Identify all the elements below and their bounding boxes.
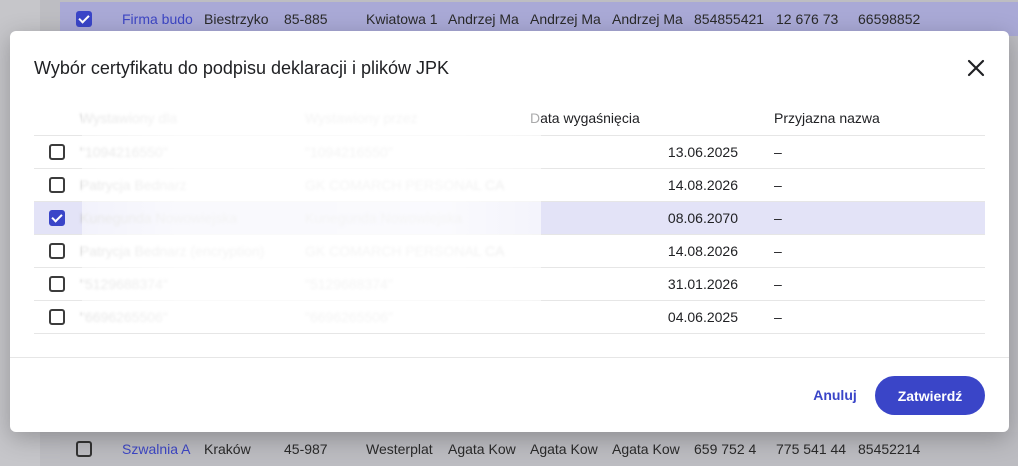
cell-issued-by: Kunegunda Nowowiejska <box>305 201 530 235</box>
cell-issued-to: Patrycja Bednarz (encryption) <box>80 234 305 268</box>
dialog-footer-divider <box>10 357 1009 358</box>
background-cell: 854855421 <box>694 11 765 27</box>
cell-text: Patrycja Bednarz <box>80 176 187 193</box>
background-cell: Andrzej Ma <box>448 11 519 27</box>
table-row[interactable]: "6696265506" "6696265506" 04.06.2025 – <box>34 300 985 334</box>
background-cell: Szwalnia A <box>122 441 191 457</box>
close-icon <box>967 59 985 77</box>
cell-issued-by: GK COMARCH PERSONAL CA <box>305 234 530 268</box>
background-cell: Agata Kow <box>530 441 598 457</box>
column-header-expiry[interactable]: Data wygaśnięcia <box>530 101 756 136</box>
cell-friendly-name: – <box>756 168 985 202</box>
confirm-button[interactable]: Zatwierdź <box>875 376 985 415</box>
row-checkbox[interactable] <box>49 276 65 293</box>
cell-expiry: 08.06.2070 <box>530 201 756 235</box>
background-cell: Kwiatowa 1 <box>366 11 438 27</box>
cell-text: "6696265506" <box>305 308 393 325</box>
column-header-label: Przyjazna nazwa <box>774 109 880 126</box>
cell-issued-to: Patrycja Bednarz <box>80 168 305 202</box>
table-row[interactable]: Patrycja Bednarz (encryption) GK COMARCH… <box>34 234 985 268</box>
cell-friendly-name: – <box>756 300 985 334</box>
cell-issued-by: "5129688374" <box>305 267 530 301</box>
background-cell: 12 676 73 <box>776 11 839 27</box>
cell-text: GK COMARCH PERSONAL CA <box>305 242 505 259</box>
background-cell: Andrzej Ma <box>530 11 601 27</box>
cell-text: GK COMARCH PERSONAL CA <box>305 176 505 193</box>
background-cell: Agata Kow <box>612 441 680 457</box>
column-header-issued-by[interactable]: Wystawiony przez <box>305 101 530 136</box>
row-checkbox-cell <box>34 267 80 301</box>
dialog-title: Wybór certyfikatu do podpisu deklaracji … <box>34 58 450 78</box>
cell-text: "1094216550" <box>80 143 168 160</box>
cell-text: "1094216550" <box>305 143 393 160</box>
background-cell: Kraków <box>204 441 251 457</box>
column-header-label: Wystawiony przez <box>305 109 418 126</box>
row-checkbox[interactable] <box>49 144 65 161</box>
header-checkbox-cell <box>34 101 80 136</box>
column-header-label: Data wygaśnięcia <box>530 109 640 126</box>
close-button[interactable] <box>964 56 988 80</box>
background-table-row: Szwalnia A Kraków 45-987 Westerplat Agat… <box>60 432 1018 466</box>
row-checkbox[interactable] <box>49 243 65 260</box>
table-row[interactable]: "5129688374" "5129688374" 31.01.2026 – <box>34 267 985 301</box>
background-cell: Westerplat <box>366 441 433 457</box>
cell-friendly-name: – <box>756 135 985 169</box>
cell-text: Kunegunda Nowowiejska <box>80 209 238 226</box>
cell-text: "6696265506" <box>80 308 168 325</box>
certificate-table: Wystawiony dla Wystawiony przez Data wyg… <box>34 101 985 334</box>
table-header-row: Wystawiony dla Wystawiony przez Data wyg… <box>34 101 985 136</box>
background-cell: 85-885 <box>284 11 328 27</box>
cell-friendly-name: – <box>756 201 985 235</box>
cell-text: "5129688374" <box>305 275 393 292</box>
background-cell: 66598852 <box>858 11 921 27</box>
column-header-friendly-name[interactable]: Przyjazna nazwa <box>756 101 985 136</box>
cell-issued-by: GK COMARCH PERSONAL CA <box>305 168 530 202</box>
row-checkbox-cell <box>34 201 80 235</box>
background-cell: Agata Kow <box>448 441 516 457</box>
background-cell: Biestrzyko <box>204 11 269 27</box>
cell-friendly-name: – <box>756 267 985 301</box>
cell-issued-to: Kunegunda Nowowiejska <box>80 201 305 235</box>
cell-expiry: 14.08.2026 <box>530 168 756 202</box>
cell-text: "5129688374" <box>80 275 168 292</box>
row-checkbox[interactable] <box>49 177 65 194</box>
column-header-label: Wystawiony dla <box>80 109 178 126</box>
column-header-issued-to[interactable]: Wystawiony dla <box>80 101 305 136</box>
cell-issued-to: "5129688374" <box>80 267 305 301</box>
row-checkbox-checked[interactable] <box>49 210 65 227</box>
table-row[interactable]: "1094216550" "1094216550" 13.06.2025 – <box>34 135 985 169</box>
background-row-checkbox[interactable] <box>76 11 92 27</box>
cell-friendly-name: – <box>756 234 985 268</box>
background-row-checkbox[interactable] <box>76 441 92 457</box>
table-row-selected[interactable]: Kunegunda Nowowiejska Kunegunda Nowowiej… <box>34 201 985 235</box>
cell-issued-to: "1094216550" <box>80 135 305 169</box>
cell-issued-to: "6696265506" <box>80 300 305 334</box>
background-cell: 659 752 4 <box>694 441 757 457</box>
cell-expiry: 04.06.2025 <box>530 300 756 334</box>
background-cell: Firma budo <box>122 11 193 27</box>
background-cell: 85452214 <box>858 441 921 457</box>
row-checkbox-cell <box>34 135 80 169</box>
background-cell: Andrzej Ma <box>612 11 683 27</box>
background-cell: 775 541 44 <box>776 441 847 457</box>
certificate-dialog: Wybór certyfikatu do podpisu deklaracji … <box>10 31 1009 432</box>
cell-issued-by: "6696265506" <box>305 300 530 334</box>
row-checkbox-cell <box>34 300 80 334</box>
row-checkbox-cell <box>34 168 80 202</box>
cell-expiry: 31.01.2026 <box>530 267 756 301</box>
cell-text: Kunegunda Nowowiejska <box>305 209 463 226</box>
row-checkbox-cell <box>34 234 80 268</box>
table-row[interactable]: Patrycja Bednarz GK COMARCH PERSONAL CA … <box>34 168 985 202</box>
cancel-button[interactable]: Anuluj <box>803 376 867 414</box>
cell-issued-by: "1094216550" <box>305 135 530 169</box>
cell-text: Patrycja Bednarz (encryption) <box>80 242 265 259</box>
cell-expiry: 14.08.2026 <box>530 234 756 268</box>
background-cell: 45-987 <box>284 441 328 457</box>
cell-expiry: 13.06.2025 <box>530 135 756 169</box>
row-checkbox[interactable] <box>49 309 65 326</box>
